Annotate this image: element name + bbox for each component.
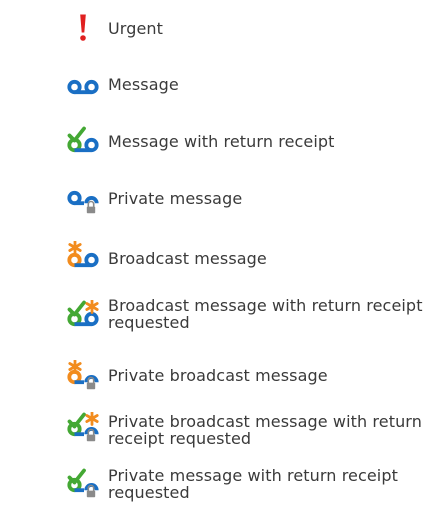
legend-item-broadcast-return-receipt: Broadcast message with return receipt re… xyxy=(0,286,445,348)
legend-label-urgent: Urgent xyxy=(108,19,164,38)
legend-label-broadcast-return-receipt: Broadcast message with return receipt re… xyxy=(108,296,423,332)
legend-label-private-message: Private message xyxy=(108,189,243,208)
private-message-icon xyxy=(66,184,100,214)
broadcast-message-icon xyxy=(66,241,100,271)
legend-item-broadcast-message: Broadcast message xyxy=(0,228,445,286)
legend-label-message: Message xyxy=(108,75,179,94)
private-broadcast-icon xyxy=(66,360,100,390)
private-return-receipt-icon xyxy=(66,468,100,498)
message-icon xyxy=(66,70,100,100)
legend-item-urgent: Urgent xyxy=(0,0,445,56)
broadcast-return-receipt-icon xyxy=(66,300,100,330)
legend-item-private-return-receipt: Private message with return receipt requ… xyxy=(0,456,445,511)
urgent-icon xyxy=(66,13,100,43)
legend-item-message: Message xyxy=(0,56,445,113)
legend-item-private-broadcast-return-receipt: Private broadcast message with return re… xyxy=(0,402,445,456)
legend-label-broadcast-message: Broadcast message xyxy=(108,249,267,268)
legend-item-message-return-receipt: Message with return receipt xyxy=(0,113,445,170)
legend-label-message-return-receipt: Message with return receipt xyxy=(108,132,335,151)
message-return-receipt-icon xyxy=(66,126,100,156)
legend-label-private-broadcast: Private broadcast message xyxy=(108,366,328,385)
legend-label-private-return-receipt: Private message with return receipt requ… xyxy=(108,466,398,502)
legend-item-private-message: Private message xyxy=(0,170,445,228)
legend-item-private-broadcast: Private broadcast message xyxy=(0,348,445,402)
private-broadcast-return-receipt-icon xyxy=(66,412,100,442)
message-icon-legend: Urgent Message Message with return recei… xyxy=(0,0,445,511)
legend-label-private-broadcast-return-receipt: Private broadcast message with return re… xyxy=(108,412,422,448)
